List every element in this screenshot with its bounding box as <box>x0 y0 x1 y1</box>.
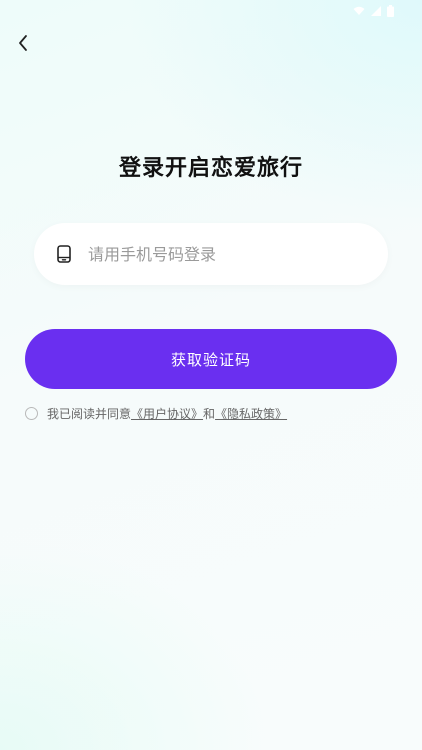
signal-icon <box>371 6 381 16</box>
page-title: 登录开启恋爱旅行 <box>118 156 303 181</box>
phone-icon <box>56 245 72 263</box>
get-code-button[interactable]: 获取验证码 <box>25 329 397 389</box>
agreement: 我已阅读并同意 《用户协议》 和 《隐私政策》 <box>25 405 287 422</box>
status-icons <box>353 5 394 17</box>
agreement-prefix: 我已阅读并同意 <box>47 407 132 421</box>
wifi-icon <box>353 6 365 15</box>
status-bar <box>0 0 422 24</box>
chevron-left-icon <box>19 35 27 51</box>
phone-field[interactable] <box>34 223 388 285</box>
agreement-conjunction: 和 <box>203 407 216 421</box>
user-agreement-link[interactable]: 《用户协议》 <box>131 405 203 422</box>
battery-icon <box>387 5 394 17</box>
back-button[interactable] <box>10 30 36 56</box>
agree-checkbox[interactable] <box>25 407 38 420</box>
privacy-policy-link[interactable]: 《隐私政策》 <box>215 405 287 422</box>
phone-input[interactable] <box>86 243 370 265</box>
